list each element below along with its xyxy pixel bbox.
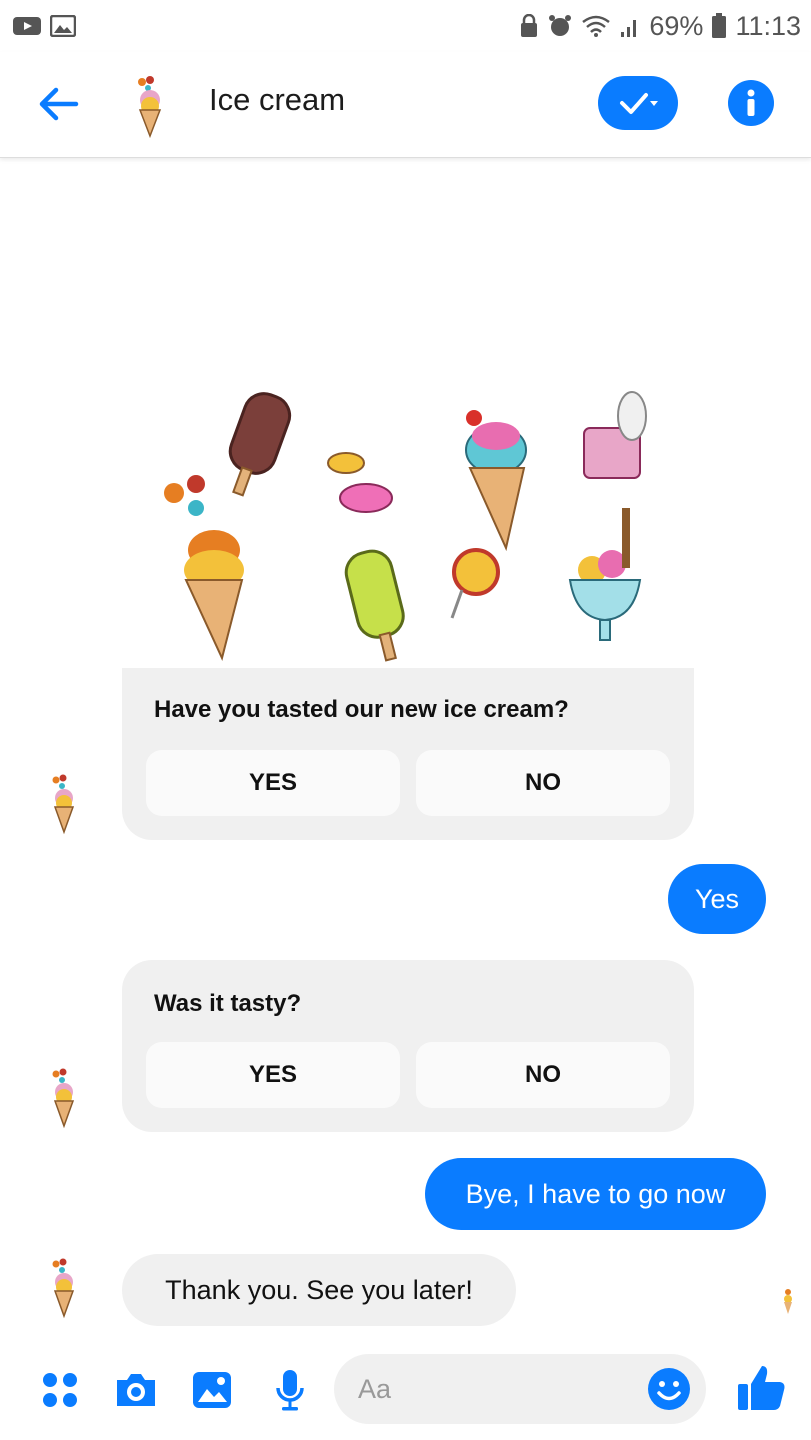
message-input[interactable]	[358, 1354, 638, 1424]
info-button[interactable]	[728, 80, 774, 126]
chat-title: Ice cream	[209, 82, 346, 117]
outgoing-message[interactable]: Bye, I have to go now	[425, 1158, 766, 1230]
card1-yes-button[interactable]: YES	[146, 750, 400, 816]
photo-button[interactable]	[188, 1366, 236, 1414]
question-card-2: Was it tasty? YES NO	[122, 960, 694, 1132]
lock-icon	[521, 14, 538, 37]
incoming-message[interactable]: Thank you. See you later!	[122, 1254, 516, 1326]
alarm-icon	[549, 15, 572, 36]
message-input-box[interactable]	[334, 1354, 706, 1424]
chat-header: Ice cream	[0, 52, 811, 158]
emoji-icon[interactable]	[646, 1366, 692, 1412]
signal-icon	[621, 20, 637, 37]
card1-no-button[interactable]: NO	[416, 750, 670, 816]
bot-avatar[interactable]	[44, 770, 84, 836]
card2-no-button[interactable]: NO	[416, 1042, 670, 1108]
bot-avatar[interactable]	[44, 1064, 84, 1130]
bot-avatar[interactable]	[44, 1254, 84, 1320]
clock-time: 11:13	[735, 10, 801, 41]
status-bar: 69% 11:13	[0, 0, 811, 52]
wifi-icon	[582, 15, 611, 37]
outgoing-message[interactable]: Yes	[668, 864, 766, 934]
ice-cream-avatar[interactable]	[128, 70, 176, 140]
battery-percent: 69%	[649, 10, 704, 41]
apps-icon	[43, 1373, 77, 1407]
message-composer	[0, 1340, 811, 1440]
battery-icon	[712, 13, 727, 38]
question-card-1: Have you tasted our new ice cream? YES N…	[122, 668, 694, 840]
chat-area[interactable]: Have you tasted our new ice cream? YES N…	[0, 158, 811, 1338]
gallery-icon	[50, 15, 76, 37]
check-button[interactable]	[598, 76, 678, 130]
status-left	[12, 15, 76, 37]
camera-button[interactable]	[112, 1366, 160, 1414]
ice-cream-illustration	[122, 358, 694, 668]
check-icon	[620, 93, 658, 114]
microphone-button[interactable]	[266, 1366, 314, 1414]
seen-indicator-avatar	[784, 1289, 792, 1314]
camera-icon	[117, 1374, 155, 1406]
thumbs-up-icon[interactable]	[736, 1362, 788, 1414]
status-right: 69% 11:13	[519, 11, 801, 42]
apps-button[interactable]	[36, 1366, 84, 1414]
back-arrow-icon[interactable]	[34, 80, 82, 128]
photo-icon	[193, 1372, 231, 1408]
card-question-2: Was it tasty?	[154, 990, 302, 1017]
card-question-1: Have you tasted our new ice cream?	[154, 696, 569, 723]
info-icon	[747, 89, 755, 116]
microphone-icon	[276, 1370, 304, 1411]
card2-yes-button[interactable]: YES	[146, 1042, 400, 1108]
youtube-icon	[13, 17, 41, 35]
